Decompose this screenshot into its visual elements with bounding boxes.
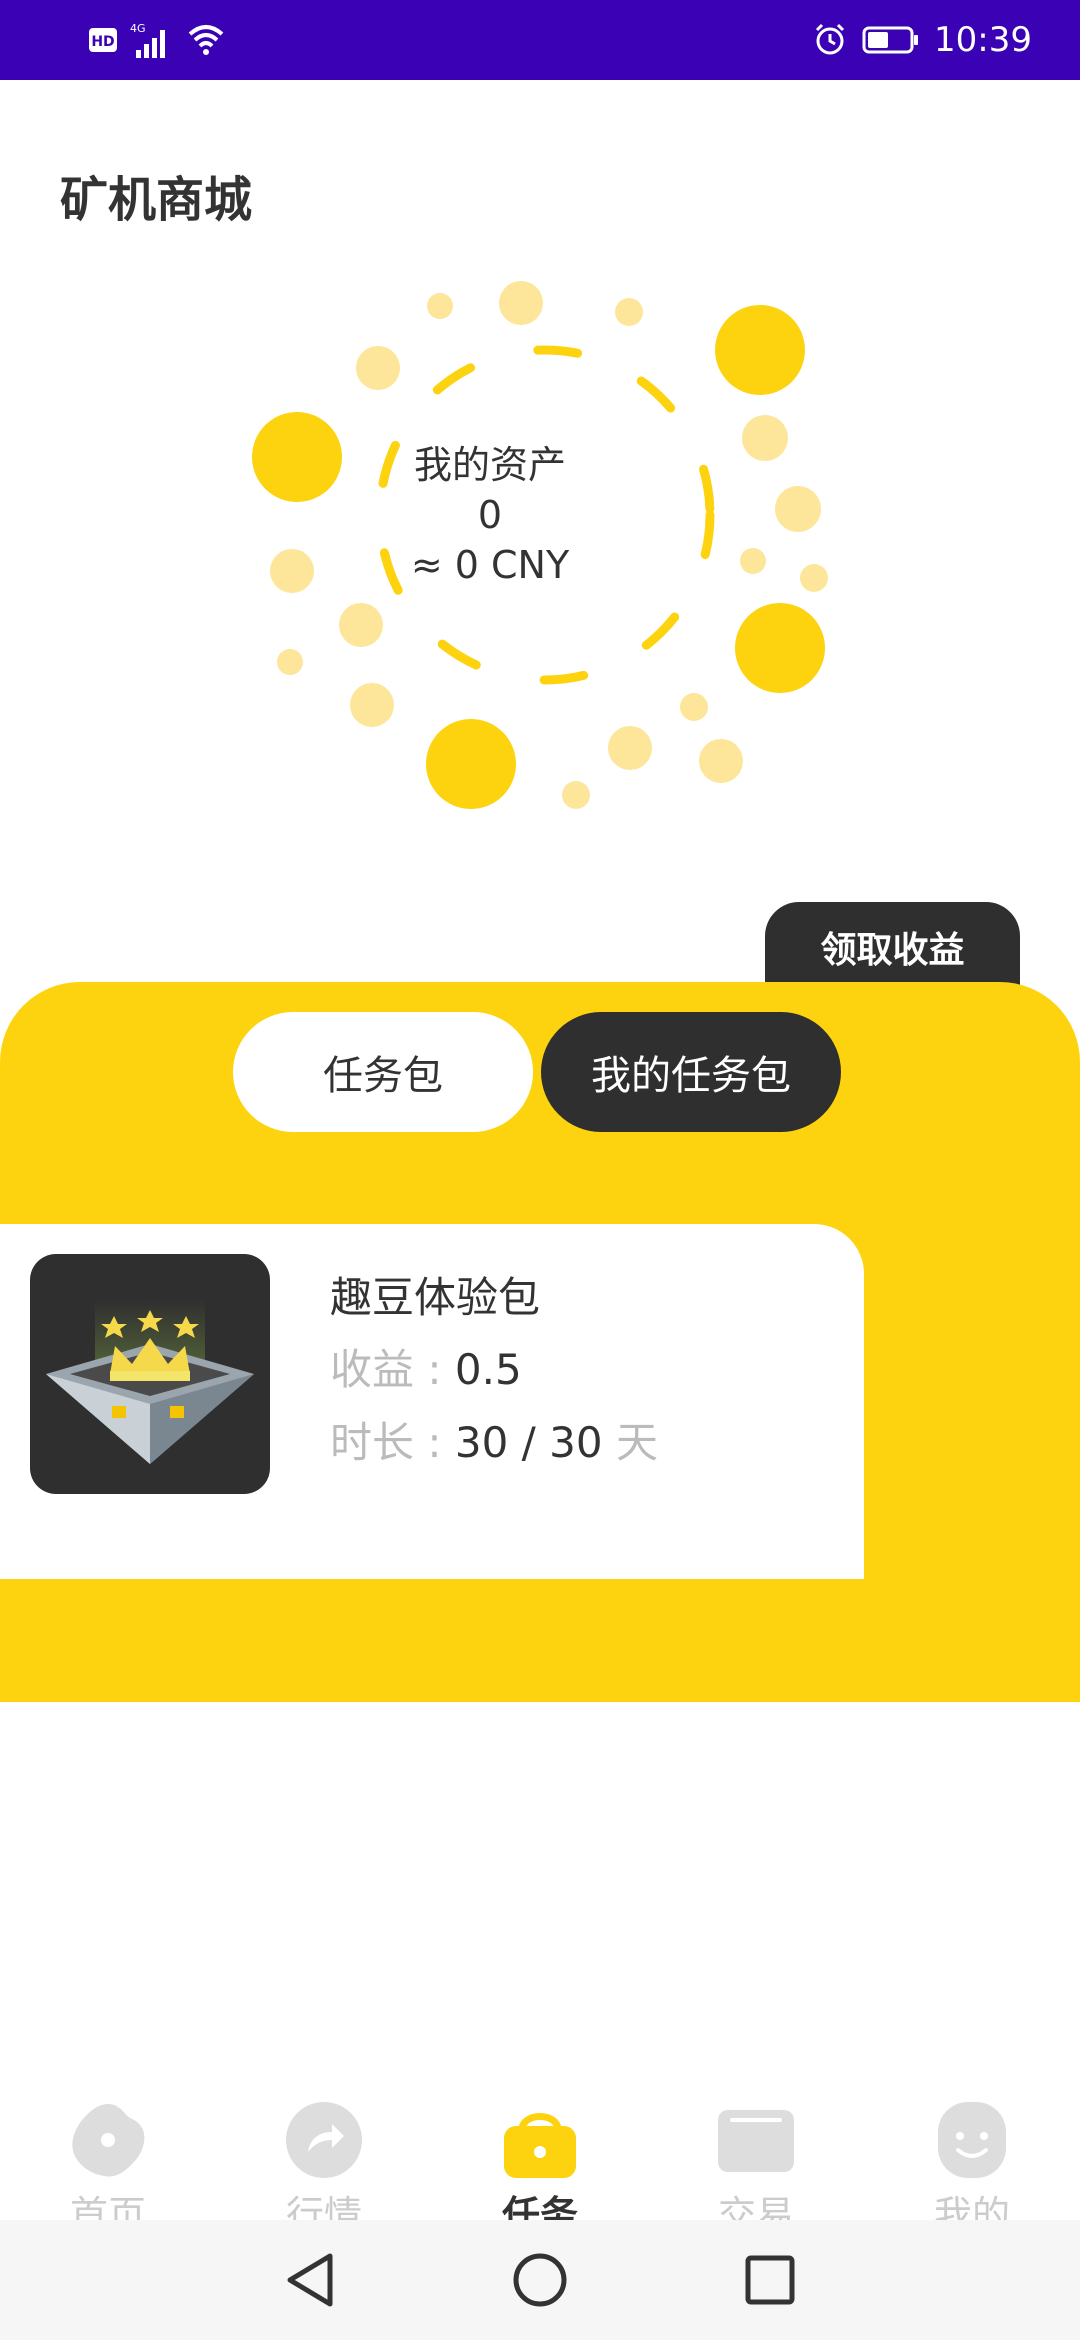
smile-face-icon	[938, 2102, 1006, 2178]
asset-cny: ≈ 0 CNY	[410, 543, 570, 587]
back-icon[interactable]	[282, 2250, 338, 2310]
task-duration-row: 时长 : 30 / 30 天	[330, 1409, 658, 1470]
wifi-icon	[188, 25, 224, 55]
svg-text:4G: 4G	[130, 22, 146, 35]
4g-signal-icon: 4G	[130, 22, 165, 58]
nav-item-tasks[interactable]: 任务	[460, 2090, 620, 2237]
nav-item-trade[interactable]: 交易	[676, 2090, 836, 2237]
claim-earnings-button[interactable]: 领取收益	[765, 902, 1020, 992]
task-earnings-row: 收益 : 0.5	[330, 1336, 522, 1397]
earnings-label: 收益 :	[330, 1345, 442, 1394]
hd-icon: HD	[89, 28, 117, 52]
task-image	[30, 1254, 270, 1494]
asset-summary: 我的资产 0 ≈ 0 CNY	[290, 440, 690, 590]
earnings-value: 0.5	[454, 1345, 522, 1394]
battery-icon	[862, 26, 919, 54]
task-tabs: 任务包 我的任务包	[233, 1012, 841, 1132]
asset-label: 我的资产	[413, 443, 566, 487]
tab-my-task-packages[interactable]: 我的任务包	[541, 1012, 841, 1132]
bag-icon	[504, 2113, 576, 2178]
status-left-icons: HD 4G	[88, 18, 226, 62]
crown-box-icon	[46, 1299, 254, 1464]
duration-value: 30 / 30	[454, 1418, 603, 1467]
tab-task-packages[interactable]: 任务包	[233, 1012, 533, 1132]
page-title: 矿机商城	[60, 172, 253, 228]
share-arrow-icon	[286, 2102, 362, 2178]
status-bar: HD 4G 10:39	[0, 0, 1080, 80]
nav-item-market[interactable]: 行情	[244, 2090, 404, 2237]
svg-text:HD: HD	[91, 34, 114, 50]
alarm-icon	[815, 23, 845, 55]
recents-icon[interactable]	[742, 2252, 798, 2308]
duration-unit: 天	[615, 1418, 658, 1467]
duration-label: 时长 :	[330, 1418, 442, 1467]
wallet-icon	[718, 2110, 794, 2172]
task-card[interactable]: 趣豆体验包 收益 : 0.5 时长 : 30 / 30 天	[0, 1224, 864, 1579]
asset-display: 我的资产 0 ≈ 0 CNY	[0, 250, 1080, 850]
task-name: 趣豆体验包	[330, 1273, 541, 1322]
home-icon[interactable]	[510, 2250, 570, 2310]
system-navigation-bar	[0, 2220, 1080, 2340]
bottom-navigation: 首页 行情 任务 交易 我的	[0, 2080, 1080, 2237]
status-right-icons: 10:39	[812, 18, 1032, 62]
nav-item-mine[interactable]: 我的	[892, 2090, 1052, 2237]
nav-item-home[interactable]: 首页	[28, 2090, 188, 2237]
flower-home-icon	[72, 2104, 145, 2177]
status-time: 10:39	[934, 20, 1032, 60]
asset-amount: 0	[477, 493, 503, 537]
